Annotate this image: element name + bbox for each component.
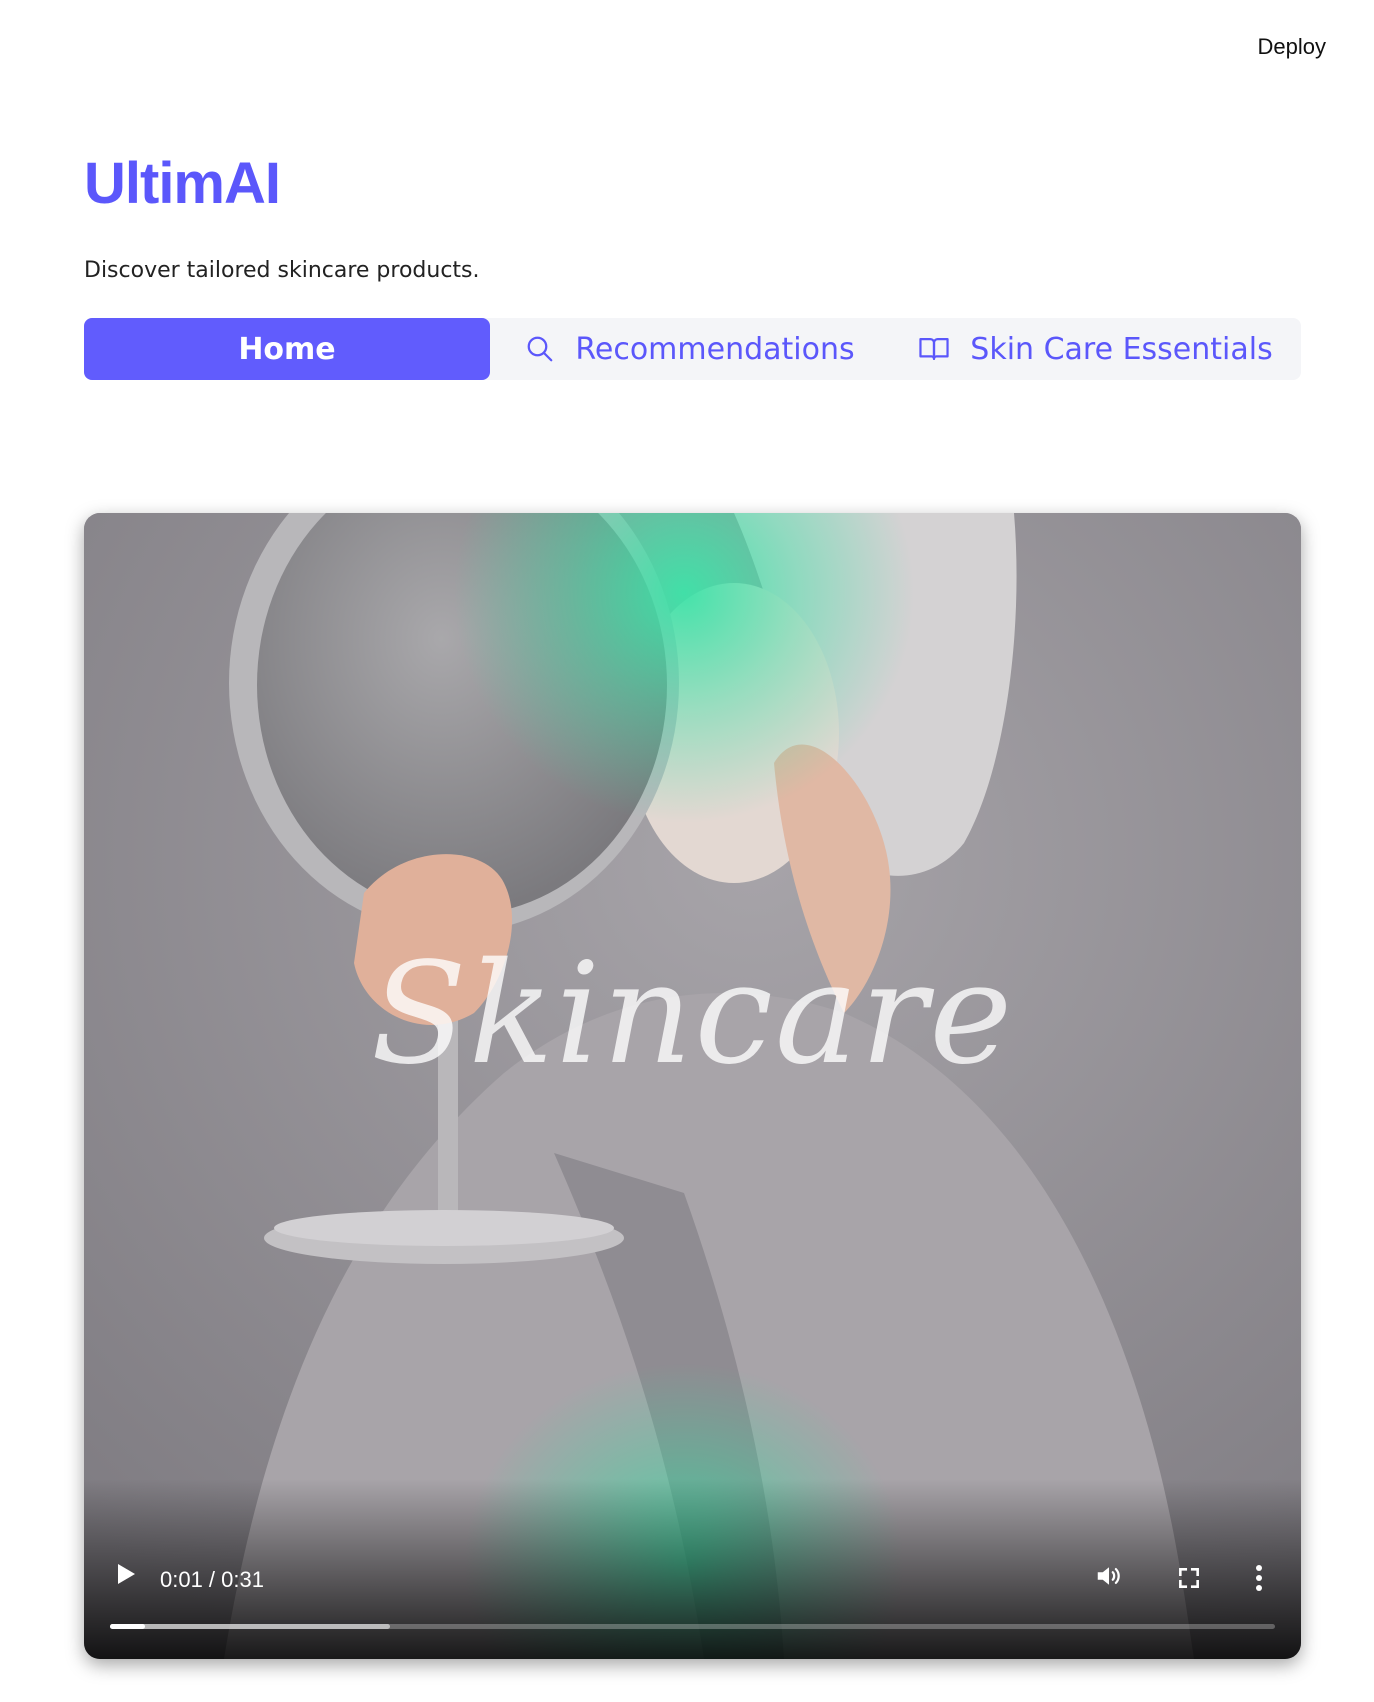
tab-home-label: Home [238, 331, 336, 367]
video-progress-bar[interactable] [110, 1624, 1275, 1629]
app-subtitle: Discover tailored skincare products. [84, 258, 480, 283]
play-button[interactable] [114, 1561, 138, 1591]
more-options-button[interactable] [1254, 1563, 1264, 1597]
fullscreen-button[interactable] [1176, 1565, 1202, 1595]
video-played-bar [110, 1624, 145, 1629]
play-icon [114, 1564, 138, 1591]
page: Deploy UltimAI Discover tailored skincar… [0, 0, 1374, 1702]
video-player[interactable]: Skincare 0:01 / 0:31 [84, 513, 1301, 1659]
tab-home[interactable]: Home [84, 318, 490, 380]
tab-skin-care-essentials[interactable]: Skin Care Essentials [890, 318, 1301, 380]
volume-icon [1094, 1567, 1124, 1595]
video-buffered-bar [110, 1624, 390, 1629]
tab-recommendations[interactable]: Recommendations [490, 318, 890, 380]
book-icon [918, 334, 950, 364]
tab-recommendations-label: Recommendations [575, 331, 855, 367]
nav-tab-bar: Home Recommendations Skin Care Essential… [84, 318, 1301, 380]
volume-button[interactable] [1094, 1561, 1124, 1595]
deploy-button[interactable]: Deploy [1258, 34, 1326, 60]
app-title: UltimAI [84, 151, 281, 216]
search-icon [525, 334, 555, 364]
fullscreen-icon [1176, 1568, 1202, 1595]
video-overlay-text: Skincare [370, 933, 1015, 1096]
more-vertical-icon [1254, 1565, 1264, 1597]
video-time-display: 0:01 / 0:31 [160, 1567, 264, 1592]
tab-skin-care-essentials-label: Skin Care Essentials [970, 331, 1273, 367]
